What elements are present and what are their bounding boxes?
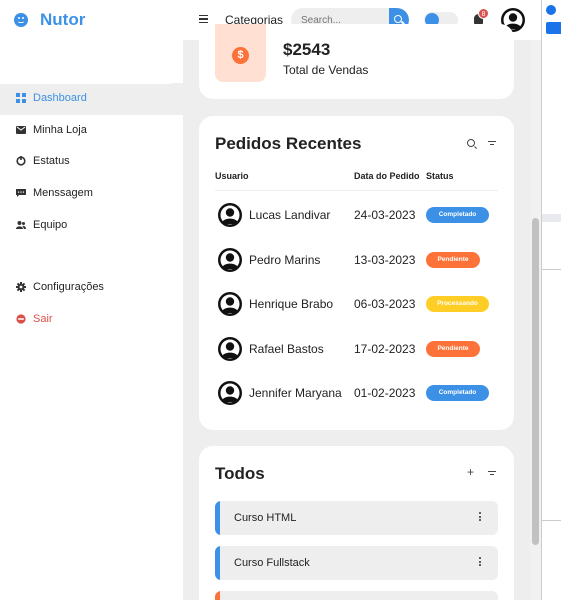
order-date: 24-03-2023 bbox=[354, 208, 416, 222]
add-icon[interactable]: + bbox=[467, 465, 474, 479]
todo-item[interactable] bbox=[215, 591, 498, 600]
status-badge: Completado bbox=[426, 385, 489, 401]
smile-icon bbox=[14, 13, 28, 27]
devtools-separator bbox=[542, 520, 561, 521]
user-avatar bbox=[218, 203, 242, 227]
stats-icon bbox=[16, 156, 26, 166]
table-row[interactable]: Henrique Brabo 06-03-2023 Processando bbox=[215, 282, 498, 326]
table-divider bbox=[215, 190, 498, 191]
table-row[interactable]: Lucas Landivar 24-03-2023 Completado bbox=[215, 193, 498, 237]
user-avatar bbox=[218, 381, 242, 405]
column-header-status: Status bbox=[426, 171, 454, 181]
brand[interactable]: Nutor bbox=[14, 10, 85, 30]
user-avatar bbox=[218, 247, 242, 272]
sidebar-item-team[interactable]: Equipo bbox=[6, 212, 183, 240]
notification-badge: 8 bbox=[478, 8, 489, 19]
order-date: 01-02-2023 bbox=[354, 386, 416, 400]
search-icon[interactable] bbox=[467, 139, 475, 147]
logout-icon bbox=[16, 314, 26, 324]
todos-title: Todos bbox=[215, 464, 265, 483]
sidebar-item-label: Configurações bbox=[33, 281, 104, 293]
orders-title: Pedidos Recentes bbox=[215, 134, 362, 153]
user-name: Pedro Marins bbox=[249, 252, 321, 267]
message-icon bbox=[16, 189, 26, 197]
sidebar-item-label: Sair bbox=[33, 313, 53, 325]
filter-icon[interactable] bbox=[488, 471, 496, 477]
sidebar-item-label: Menssagem bbox=[33, 187, 93, 199]
table-row[interactable]: Jennifer Maryana 01-02-2023 Completado bbox=[215, 371, 498, 415]
table-row[interactable]: Pedro Marins 13-03-2023 Pendiente bbox=[215, 238, 498, 282]
status-badge: Processando bbox=[426, 296, 489, 312]
order-date: 06-03-2023 bbox=[354, 297, 416, 311]
status-badge: Pendiente bbox=[426, 340, 480, 357]
sales-label: Total de Vendas bbox=[283, 63, 369, 77]
sales-value: $2543 bbox=[283, 40, 331, 59]
dashboard-icon bbox=[16, 93, 26, 103]
more-vertical-icon[interactable] bbox=[479, 557, 482, 567]
user-name: Lucas Landivar bbox=[249, 208, 331, 222]
sidebar-item-store[interactable]: Minha Loja bbox=[6, 117, 183, 145]
info-icon bbox=[546, 5, 556, 15]
recent-orders-card: Pedidos Recentes Usuario Data do Pedido … bbox=[199, 116, 514, 430]
todo-label: Curso HTML bbox=[234, 512, 297, 524]
sidebar: Dashboard Minha Loja Estatus Menssagem E… bbox=[0, 40, 183, 600]
sidebar-item-stats[interactable]: Estatus bbox=[6, 148, 183, 176]
sales-card: $ $2543 Total de Vendas bbox=[199, 24, 514, 99]
more-vertical-icon[interactable] bbox=[479, 512, 482, 522]
user-name: Rafael Bastos bbox=[249, 341, 324, 356]
sales-icon-box: $ bbox=[215, 24, 266, 82]
todo-item[interactable]: Curso Fullstack bbox=[215, 546, 498, 580]
column-header-date: Data do Pedido bbox=[354, 171, 420, 181]
column-header-user: Usuario bbox=[215, 171, 249, 181]
order-date: 13-03-2023 bbox=[354, 252, 416, 267]
gear-icon bbox=[16, 282, 26, 292]
todo-item[interactable]: Curso HTML bbox=[215, 501, 498, 535]
team-icon bbox=[16, 221, 26, 229]
sidebar-item-label: Equipo bbox=[33, 219, 68, 231]
page-scrollbar[interactable] bbox=[530, 40, 541, 600]
todo-status-bar bbox=[215, 546, 220, 580]
dollar-icon: $ bbox=[232, 47, 249, 64]
sidebar-item-logout[interactable]: Sair bbox=[6, 306, 183, 334]
todos-card: Todos + Curso HTML Curso Fullstack bbox=[199, 446, 514, 600]
sidebar-item-settings[interactable]: Configurações bbox=[6, 274, 183, 302]
store-icon bbox=[16, 126, 26, 134]
user-name: Jennifer Maryana bbox=[249, 386, 342, 400]
status-badge: Pendiente bbox=[426, 251, 480, 268]
sidebar-item-label: Dashboard bbox=[33, 92, 87, 104]
sidebar-item-dashboard[interactable]: Dashboard bbox=[6, 85, 183, 113]
status-badge: Completado bbox=[426, 207, 489, 223]
devtools-button[interactable] bbox=[546, 22, 561, 34]
sidebar-item-label: Estatus bbox=[33, 155, 70, 167]
order-date: 17-02-2023 bbox=[354, 341, 416, 356]
table-row[interactable]: Rafael Bastos 17-02-2023 Pendiente bbox=[215, 327, 498, 371]
todo-label: Curso Fullstack bbox=[234, 557, 310, 569]
sidebar-item-label: Minha Loja bbox=[33, 124, 87, 136]
user-name: Henrique Brabo bbox=[249, 297, 334, 311]
devtools-divider[interactable] bbox=[542, 214, 561, 222]
sidebar-curve-top bbox=[0, 70, 183, 84]
todo-status-bar bbox=[215, 591, 220, 600]
todo-status-bar bbox=[215, 501, 220, 535]
user-avatar bbox=[218, 292, 242, 316]
menu-icon[interactable] bbox=[199, 15, 208, 23]
filter-icon[interactable] bbox=[488, 141, 496, 147]
user-avatar bbox=[218, 336, 242, 361]
brand-name: Nutor bbox=[40, 10, 86, 29]
sidebar-item-message[interactable]: Menssagem bbox=[6, 180, 183, 208]
devtools-panel bbox=[541, 0, 561, 600]
devtools-tab[interactable] bbox=[542, 258, 561, 270]
scrollbar-thumb[interactable] bbox=[532, 218, 539, 545]
